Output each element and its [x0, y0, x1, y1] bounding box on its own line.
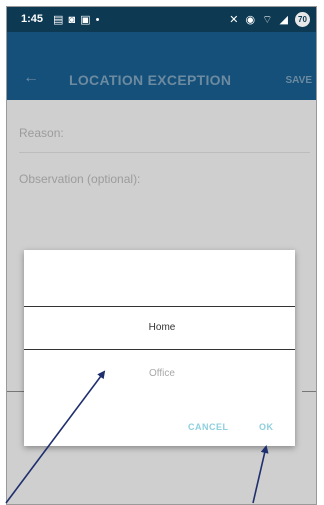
annotation-arrows: [5, 370, 269, 504]
annotation-arrow-office: [5, 370, 106, 504]
annotation-arrow-ok: [252, 445, 269, 504]
